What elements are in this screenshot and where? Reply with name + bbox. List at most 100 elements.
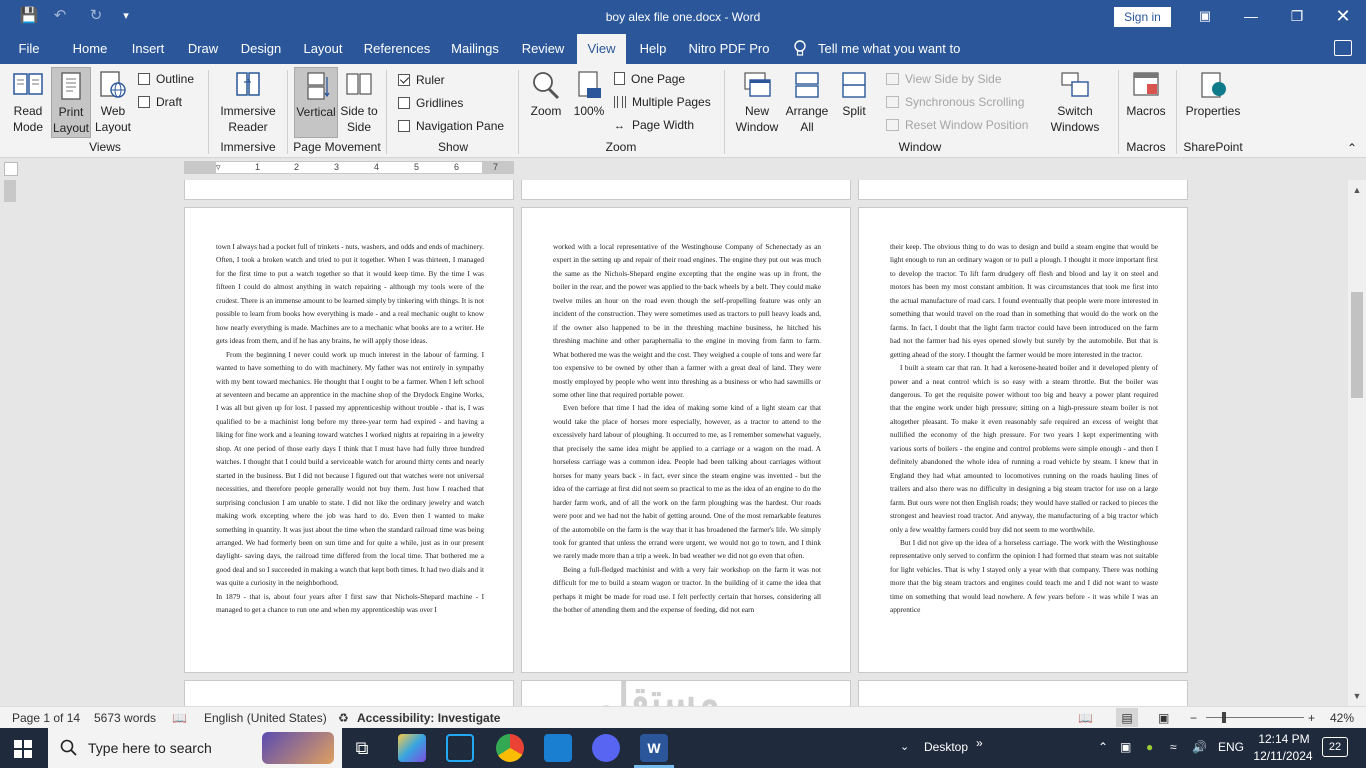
split-button[interactable]: Split [836,70,872,119]
customize-quick-access-icon[interactable]: ▾ [114,6,138,26]
tab-home[interactable]: Home [66,34,114,64]
print-layout-button[interactable]: Print Layout [51,67,91,138]
volume-icon[interactable]: 🔊 [1192,740,1207,754]
arrange-all-button[interactable]: Arrange All [784,70,830,135]
page-3[interactable]: their keep. The obvious thing to do was … [858,207,1188,673]
tab-mailings[interactable]: Mailings [446,34,504,64]
clock-date[interactable]: 12/11/2024 [1250,749,1316,763]
scroll-up-icon[interactable]: ▲ [1348,182,1366,198]
reset-window-position-button[interactable]: Reset Window Position [886,117,1028,133]
switch-windows-button[interactable]: Switch Windows [1042,70,1108,135]
new-window-button[interactable]: New Window [732,70,782,135]
language-indicator[interactable]: English (United States) [204,711,327,725]
draft-button[interactable]: Draft [138,94,182,110]
tab-references[interactable]: References [362,34,432,64]
macros-button[interactable]: Macros [1122,70,1170,119]
tray-app-icon-2[interactable]: ● [1146,740,1153,754]
collapse-ribbon-icon[interactable]: ⌃ [1344,140,1360,156]
tab-file[interactable]: File [10,34,48,64]
zoom-percent[interactable]: 42% [1330,711,1354,725]
accessibility-status[interactable]: Accessibility: Investigate [357,711,500,725]
tray-app-icon[interactable]: ▣ [1120,740,1131,754]
chrome-icon[interactable] [496,734,524,762]
page-1-text[interactable]: town I always had a pocket full of trink… [216,240,484,617]
zoom-in-icon[interactable]: + [1308,711,1315,725]
tell-me-search[interactable]: Tell me what you want to do [818,34,978,86]
print-layout-view-icon[interactable]: ▤ [1116,708,1138,727]
tab-nitro-pdf-pro[interactable]: Nitro PDF Pro [686,34,772,64]
minimize-button[interactable]: — [1228,0,1274,34]
page-1[interactable]: town I always had a pocket full of trink… [184,207,514,673]
document-area[interactable]: town I always had a pocket full of trink… [20,180,1346,706]
language-indicator[interactable]: ENG [1218,740,1244,754]
tab-layout[interactable]: Layout [298,34,348,64]
page-3-text[interactable]: their keep. The obvious thing to do was … [890,240,1158,617]
indent-marker-icon[interactable]: ▿ [216,162,221,173]
side-to-side-label: Side to Side [340,104,378,134]
tab-design[interactable]: Design [236,34,286,64]
tab-view[interactable]: View [577,34,626,64]
page-count[interactable]: Page 1 of 14 [12,711,80,725]
tab-insert[interactable]: Insert [126,34,170,64]
restore-button[interactable]: ❐ [1274,0,1320,34]
view-side-by-side-button[interactable]: View Side by Side [886,71,1002,87]
taskbar-search-box[interactable]: Type here to search [48,728,342,768]
undo-icon[interactable]: ↶ [48,6,72,26]
horizontal-ruler[interactable]: ▿ 1 2 3 4 5 6 7 [184,161,514,174]
ruler-bar: ▿ 1 2 3 4 5 6 7 [0,158,1366,180]
word-icon[interactable]: W [640,734,668,762]
expand-toolbar-icon[interactable]: » [976,736,983,750]
vertical-scrollbar[interactable]: ▲ ▼ [1348,180,1366,706]
ribbon-display-options-icon[interactable]: ▣ [1182,0,1228,34]
web-layout-button[interactable]: Web Layout [94,70,132,135]
save-icon[interactable]: 💾 [17,6,41,26]
properties-button[interactable]: Properties [1182,70,1244,119]
task-view-icon[interactable]: ⧉ [348,734,376,762]
synchronous-scrolling-button[interactable]: Synchronous Scrolling [886,94,1024,110]
vertical-button[interactable]: Vertical [294,67,338,138]
redo-icon[interactable]: ↻ [84,6,108,26]
outline-button[interactable]: Outline [138,71,194,87]
side-to-side-button[interactable]: Side to Side [340,70,378,135]
zoom-100-button[interactable]: 100% [572,70,606,119]
scrollbar-thumb[interactable] [1351,292,1363,398]
navigation-pane-checkbox[interactable]: Navigation Pane [398,118,504,134]
page-2-text[interactable]: worked with a local representative of th… [553,240,821,617]
web-layout-view-icon[interactable]: ▣ [1158,711,1169,725]
ruler-checkbox[interactable]: Ruler [398,72,445,88]
close-button[interactable]: ✕ [1320,0,1366,34]
page-2[interactable]: worked with a local representative of th… [521,207,851,673]
one-page-button[interactable]: One Page [614,71,685,87]
desktop-toolbar[interactable]: Desktop [924,740,968,754]
wifi-icon[interactable]: ≈ [1170,740,1177,754]
zoom-slider[interactable] [1206,717,1304,718]
zoom-button[interactable]: Zoom [526,70,566,119]
clock-time[interactable]: 12:14 PM [1256,732,1312,746]
tab-help[interactable]: Help [634,34,672,64]
read-mode-view-icon[interactable]: 📖 [1078,711,1093,725]
windows-start-icon[interactable] [14,740,32,758]
tab-selector-icon[interactable] [4,162,18,176]
multiple-pages-button[interactable]: Multiple Pages [614,94,711,110]
zoom-slider-thumb[interactable] [1222,712,1226,723]
vertical-ruler[interactable] [4,180,16,202]
read-mode-button[interactable]: Read Mode [6,70,50,135]
app-icon[interactable] [398,734,426,762]
immersive-reader-button[interactable]: Immersive Reader [216,70,280,135]
notification-badge[interactable]: 22 [1322,737,1348,757]
tab-review[interactable]: Review [518,34,568,64]
chevron-icon[interactable]: ⌄ [900,740,909,753]
vscode-icon[interactable] [446,734,474,762]
sign-in-button[interactable]: Sign in [1114,7,1171,27]
word-count[interactable]: 5673 words [94,711,156,725]
scroll-down-icon[interactable]: ▼ [1348,688,1366,704]
tab-draw[interactable]: Draw [182,34,224,64]
gridlines-checkbox[interactable]: Gridlines [398,95,463,111]
page-width-button[interactable]: ↔ Page Width [614,117,694,134]
zoom-out-icon[interactable]: − [1190,711,1197,725]
discord-icon[interactable] [592,734,620,762]
show-hidden-icons-icon[interactable]: ⌃ [1098,740,1108,754]
comments-icon[interactable] [1334,40,1352,56]
app-icon-2[interactable] [544,734,572,762]
proofing-icon[interactable]: 📖 [172,711,187,725]
